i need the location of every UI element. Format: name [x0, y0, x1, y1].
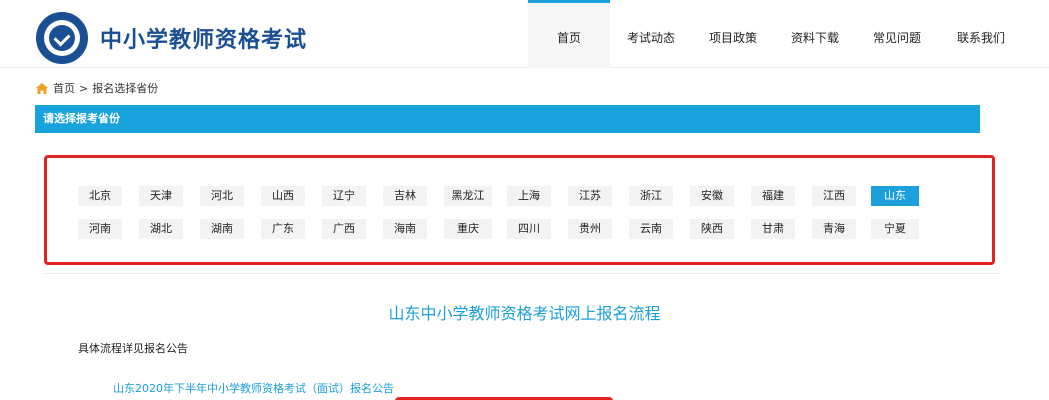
section-bar-title: 请选择报考省份: [35, 105, 980, 133]
nav-exam-news[interactable]: 考试动态: [610, 0, 692, 68]
province-jiangxi[interactable]: 江西: [812, 186, 856, 206]
province-ningxia[interactable]: 宁夏: [871, 219, 919, 239]
province-zhejiang[interactable]: 浙江: [629, 186, 673, 206]
nav-downloads[interactable]: 资料下载: [774, 0, 856, 68]
province-row-1: 北京 天津 河北 山西 辽宁 吉林 黑龙江 上海 江苏 浙江 安徽 福建 江西 …: [78, 186, 958, 206]
province-anhui[interactable]: 安徽: [690, 186, 734, 206]
province-hebei[interactable]: 河北: [200, 186, 244, 206]
breadcrumb: 首页 > 报名选择省份: [36, 80, 158, 96]
province-hunan[interactable]: 湖南: [200, 219, 244, 239]
home-icon: [36, 82, 48, 94]
province-guangxi[interactable]: 广西: [322, 219, 366, 239]
main-nav: 首页 考试动态 项目政策 资料下载 常见问题 联系我们: [528, 0, 1024, 68]
divider: [44, 273, 999, 274]
province-tianjin[interactable]: 天津: [139, 186, 183, 206]
nav-faq[interactable]: 常见问题: [856, 0, 938, 68]
province-hainan[interactable]: 海南: [383, 219, 427, 239]
site-logo-icon[interactable]: [36, 12, 88, 64]
notice-link[interactable]: 山东2020年下半年中小学教师资格考试（面试）报名公告: [113, 380, 394, 396]
province-guangdong[interactable]: 广东: [261, 219, 305, 239]
process-title: 山东中小学教师资格考试网上报名流程: [388, 304, 661, 323]
site-header: 中小学教师资格考试 首页 考试动态 项目政策 资料下载 常见问题 联系我们: [0, 0, 1049, 68]
province-list: 北京 天津 河北 山西 辽宁 吉林 黑龙江 上海 江苏 浙江 安徽 福建 江西 …: [78, 186, 958, 252]
province-beijing[interactable]: 北京: [78, 186, 122, 206]
province-guizhou[interactable]: 贵州: [568, 219, 612, 239]
province-hubei[interactable]: 湖北: [139, 219, 183, 239]
site-title[interactable]: 中小学教师资格考试: [100, 22, 307, 54]
province-gansu[interactable]: 甘肃: [751, 219, 795, 239]
breadcrumb-current: 报名选择省份: [92, 82, 159, 95]
province-chongqing[interactable]: 重庆: [444, 219, 492, 239]
province-heilongjiang[interactable]: 黑龙江: [444, 186, 492, 206]
breadcrumb-home-link[interactable]: 首页: [53, 80, 75, 96]
province-jilin[interactable]: 吉林: [383, 186, 427, 206]
nav-contact[interactable]: 联系我们: [938, 0, 1024, 68]
process-note: 具体流程详见报名公告: [78, 342, 188, 355]
breadcrumb-separator: >: [79, 81, 89, 95]
nav-home[interactable]: 首页: [528, 0, 610, 68]
province-liaoning[interactable]: 辽宁: [322, 186, 366, 206]
province-yunnan[interactable]: 云南: [629, 219, 673, 239]
province-qinghai[interactable]: 青海: [812, 219, 856, 239]
nav-policy[interactable]: 项目政策: [692, 0, 774, 68]
province-shandong[interactable]: 山东: [871, 186, 919, 206]
province-fujian[interactable]: 福建: [751, 186, 795, 206]
province-shanxi[interactable]: 山西: [261, 186, 305, 206]
province-shanghai[interactable]: 上海: [507, 186, 551, 206]
province-shaanxi[interactable]: 陕西: [690, 219, 734, 239]
province-jiangsu[interactable]: 江苏: [568, 186, 612, 206]
province-sichuan[interactable]: 四川: [507, 219, 551, 239]
province-row-2: 河南 湖北 湖南 广东 广西 海南 重庆 四川 贵州 云南 陕西 甘肃 青海 宁…: [78, 219, 958, 239]
province-henan[interactable]: 河南: [78, 219, 122, 239]
